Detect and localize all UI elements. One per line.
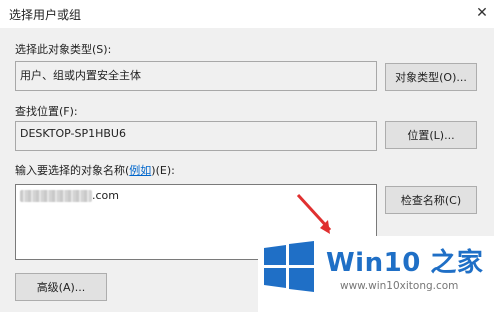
close-icon[interactable]: ✕ xyxy=(472,3,492,23)
object-type-button[interactable]: 对象类型(O)... xyxy=(385,63,477,91)
windows-logo-icon xyxy=(264,241,314,292)
redacted-text xyxy=(20,190,92,202)
title-bar: 选择用户或组 ✕ xyxy=(0,0,494,28)
object-names-label-suffix: )(E): xyxy=(151,164,175,177)
location-button[interactable]: 位置(L)... xyxy=(385,121,477,149)
watermark-url: www.win10xitong.com xyxy=(340,280,459,292)
object-type-field: 用户、组或内置安全主体 xyxy=(15,61,377,91)
location-label: 查找位置(F): xyxy=(15,105,78,118)
watermark: Win10 之家 www.win10xitong.com xyxy=(258,236,494,312)
window-title: 选择用户或组 xyxy=(9,8,82,22)
check-names-button[interactable]: 检查名称(C) xyxy=(385,186,477,214)
object-names-value: .com xyxy=(92,189,119,202)
advanced-button[interactable]: 高级(A)... xyxy=(15,273,107,301)
object-names-label-prefix: 输入要选择的对象名称( xyxy=(15,164,130,177)
object-type-label: 选择此对象类型(S): xyxy=(15,43,112,56)
examples-link[interactable]: 例如 xyxy=(129,164,151,177)
red-arrow-icon xyxy=(296,193,332,234)
object-names-label: 输入要选择的对象名称(例如)(E): xyxy=(15,162,175,178)
watermark-title: Win10 之家 xyxy=(326,248,484,278)
location-field: DESKTOP-SP1HBU6 xyxy=(15,121,377,151)
